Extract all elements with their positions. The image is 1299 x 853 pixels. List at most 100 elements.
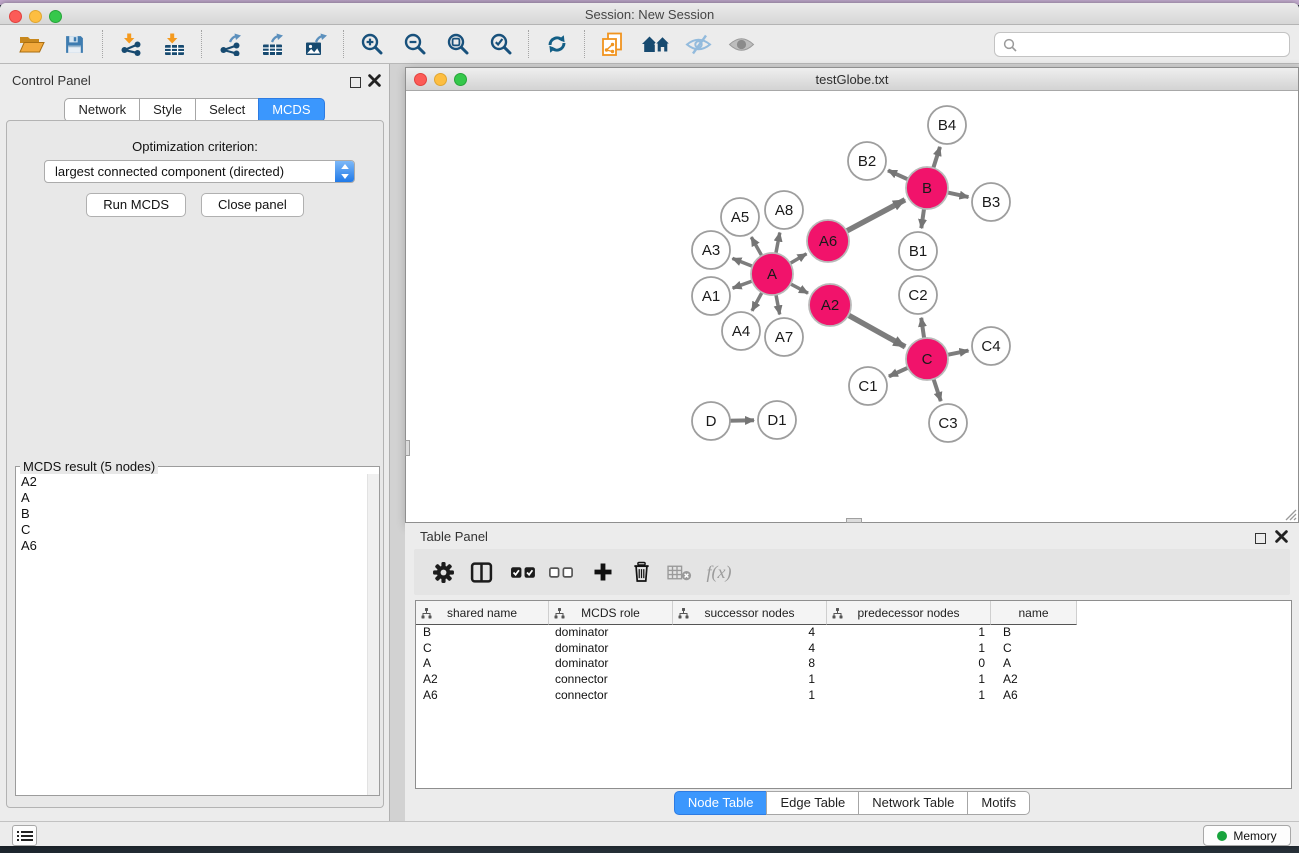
table-cell[interactable]: A6 <box>991 688 1077 704</box>
graph-node-A2[interactable]: A2 <box>809 284 851 326</box>
table-tab-motifs[interactable]: Motifs <box>967 791 1030 815</box>
table-cell[interactable]: 1 <box>827 672 991 688</box>
table-cell[interactable]: 8 <box>673 656 827 672</box>
criterion-dropdown[interactable]: largest connected component (directed) <box>44 160 355 183</box>
graph-node-B[interactable]: B <box>906 167 948 209</box>
zoom-out-button[interactable] <box>393 27 436 61</box>
graph-edge-A-A1[interactable] <box>733 280 755 288</box>
zoom-selected-button[interactable] <box>479 27 522 61</box>
graph-node-B4[interactable]: B4 <box>928 106 966 144</box>
graph-node-A1[interactable]: A1 <box>692 277 730 315</box>
table-cell[interactable]: 0 <box>827 656 991 672</box>
column-header-shared-name[interactable]: shared name <box>416 601 549 625</box>
graph-edge-A6-B[interactable] <box>845 200 905 232</box>
show-graphics-button[interactable] <box>720 27 763 61</box>
graph-node-C4[interactable]: C4 <box>972 327 1010 365</box>
table-cell[interactable]: A2 <box>416 672 549 688</box>
table-cell[interactable]: A <box>416 656 549 672</box>
graph-edge-B-B1[interactable] <box>921 207 924 228</box>
table-cell[interactable]: 4 <box>673 625 827 641</box>
table-cell[interactable]: 1 <box>827 641 991 657</box>
graph-edge-B-B3[interactable] <box>946 192 969 197</box>
graph-edge-C-C3[interactable] <box>933 377 941 401</box>
table-row-A2[interactable]: A2connector11A2 <box>416 672 1291 688</box>
graph-edge-A-A6[interactable] <box>788 254 806 265</box>
export-network-button[interactable] <box>208 27 251 61</box>
graph-edge-A-A5[interactable] <box>751 237 762 257</box>
graph-edge-A-A7[interactable] <box>776 293 780 315</box>
graph-node-A8[interactable]: A8 <box>765 191 803 229</box>
open-file-button[interactable] <box>10 27 53 61</box>
table-tab-edge-table[interactable]: Edge Table <box>766 791 859 815</box>
table-cell[interactable]: 1 <box>827 625 991 641</box>
control-tab-style[interactable]: Style <box>139 98 196 122</box>
table-cell[interactable]: 1 <box>827 688 991 704</box>
table-cell[interactable]: connector <box>549 688 673 704</box>
graph-node-A5[interactable]: A5 <box>721 198 759 236</box>
table-row-B[interactable]: Bdominator41B <box>416 625 1291 641</box>
table-cell[interactable]: dominator <box>549 641 673 657</box>
graph-edge-C-C2[interactable] <box>921 318 924 340</box>
mcds-result-item[interactable]: C <box>16 522 367 538</box>
graph-node-D[interactable]: D <box>692 402 730 440</box>
graph-edge-B-B2[interactable] <box>888 170 910 180</box>
column-header-MCDS-role[interactable]: MCDS role <box>549 601 673 625</box>
close-panel-button-mcds[interactable]: Close panel <box>201 193 304 217</box>
graph-edge-C-C4[interactable] <box>946 351 969 356</box>
network-canvas[interactable]: B4B2BB3A8A5A6A3B1AA1C2A2A4A7C4CC1C3DD1 <box>406 91 1298 522</box>
table-cell[interactable]: 1 <box>673 688 827 704</box>
run-mcds-button[interactable]: Run MCDS <box>86 193 186 217</box>
float-table-panel-button[interactable] <box>1255 531 1266 549</box>
hide-graphics-button[interactable] <box>677 27 720 61</box>
zoom-in-button[interactable] <box>350 27 393 61</box>
table-cell[interactable]: connector <box>549 672 673 688</box>
refresh-layout-button[interactable] <box>535 27 578 61</box>
deselect-all-button[interactable] <box>542 553 580 591</box>
column-header-successor-nodes[interactable]: successor nodes <box>673 601 827 625</box>
mcds-result-item[interactable]: A6 <box>16 538 367 554</box>
select-all-button[interactable] <box>504 553 542 591</box>
float-panel-button[interactable] <box>350 75 361 93</box>
mcds-result-item[interactable]: A2 <box>16 474 367 490</box>
export-table-button[interactable] <box>251 27 294 61</box>
graph-edge-A2-C[interactable] <box>847 314 906 347</box>
control-tab-select[interactable]: Select <box>195 98 259 122</box>
table-cell[interactable]: dominator <box>549 656 673 672</box>
table-cell[interactable]: C <box>991 641 1077 657</box>
mcds-result-item[interactable]: B <box>16 506 367 522</box>
graph-edge-A-A3[interactable] <box>732 258 754 267</box>
graph-node-A[interactable]: A <box>751 253 793 295</box>
table-cell[interactable]: A6 <box>416 688 549 704</box>
resize-grip[interactable] <box>1283 507 1297 521</box>
graph-node-A7[interactable]: A7 <box>765 318 803 356</box>
clone-network-button[interactable] <box>591 27 634 61</box>
table-tab-network-table[interactable]: Network Table <box>858 791 968 815</box>
window-edge-handle[interactable] <box>405 440 410 456</box>
close-panel-button[interactable] <box>368 74 381 92</box>
home-button[interactable] <box>634 27 677 61</box>
graph-node-C2[interactable]: C2 <box>899 276 937 314</box>
graph-node-C1[interactable]: C1 <box>849 367 887 405</box>
show-columns-button[interactable] <box>462 553 500 591</box>
memory-button[interactable]: Memory <box>1203 825 1291 846</box>
graph-edge-A-A2[interactable] <box>789 283 808 293</box>
table-row-C[interactable]: Cdominator41C <box>416 641 1291 657</box>
control-tab-mcds[interactable]: MCDS <box>258 98 324 122</box>
import-table-button[interactable] <box>152 27 195 61</box>
graph-node-B3[interactable]: B3 <box>972 183 1010 221</box>
column-header-predecessor-nodes[interactable]: predecessor nodes <box>827 601 991 625</box>
graph-edge-B-B4[interactable] <box>933 147 940 170</box>
mcds-result-item[interactable]: A <box>16 490 367 506</box>
create-column-button[interactable] <box>584 553 622 591</box>
table-cell[interactable]: 1 <box>673 672 827 688</box>
graph-node-A6[interactable]: A6 <box>807 220 849 262</box>
graph-node-A3[interactable]: A3 <box>692 231 730 269</box>
search-input[interactable] <box>1022 37 1281 52</box>
graph-edge-A-A8[interactable] <box>776 233 780 256</box>
graph-edge-C-C1[interactable] <box>889 367 910 377</box>
graph-node-C[interactable]: C <box>906 338 948 380</box>
export-image-button[interactable] <box>294 27 337 61</box>
result-scrollbar[interactable] <box>367 474 379 795</box>
zoom-fit-button[interactable] <box>436 27 479 61</box>
import-network-button[interactable] <box>109 27 152 61</box>
